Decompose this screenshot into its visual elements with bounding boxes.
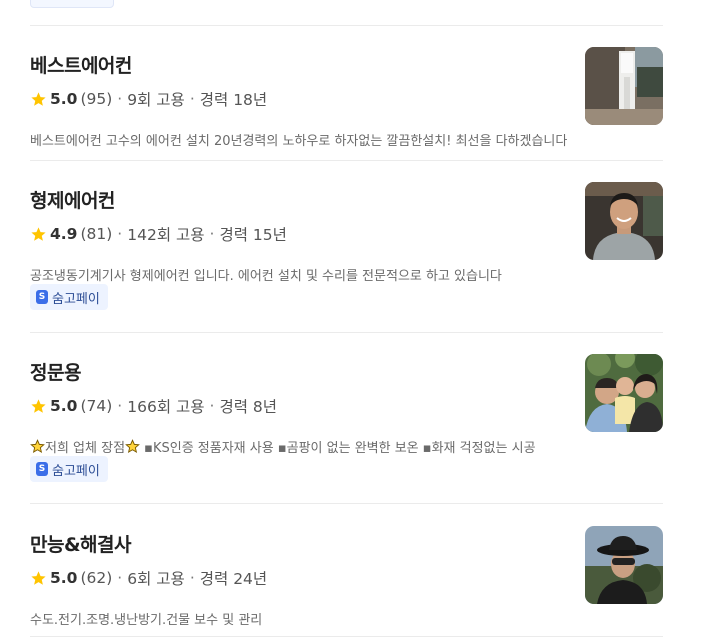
separator: · xyxy=(189,90,195,108)
star-icon xyxy=(31,398,46,413)
pro-name[interactable]: 만능&해결사 xyxy=(30,530,131,557)
divider xyxy=(30,503,663,504)
divider xyxy=(30,636,663,637)
career-years: 경력 24년 xyxy=(199,570,268,588)
pro-stats: 5.0 (62) · 6회 고용 · 경력 24년 xyxy=(30,567,267,589)
rating-value: 4.9 xyxy=(50,225,78,243)
career-years: 경력 18년 xyxy=(199,91,268,109)
hire-count: 166회 고용 xyxy=(127,398,205,416)
previous-pay-badge xyxy=(30,0,114,8)
separator: · xyxy=(189,569,195,587)
separator: · xyxy=(117,225,123,243)
review-count: (81) xyxy=(80,225,113,243)
separator: · xyxy=(209,225,215,243)
hire-count: 6회 고용 xyxy=(127,570,185,588)
pro-stats: 5.0 (95) · 9회 고용 · 경력 18년 xyxy=(30,88,267,110)
pro-profile-photo[interactable] xyxy=(585,354,663,432)
hire-count: 142회 고용 xyxy=(127,226,205,244)
pro-name[interactable]: 형제에어컨 xyxy=(30,186,115,213)
divider xyxy=(30,25,663,26)
pro-stats: 4.9 (81) · 142회 고용 · 경력 15년 xyxy=(30,223,287,245)
pro-description: 저희 업체 장점 ▪KS인증 정품자재 사용 ▪곰팡이 없는 완벽한 보온 ▪화… xyxy=(30,437,575,456)
star-icon xyxy=(31,226,46,241)
separator: · xyxy=(117,397,123,415)
soomgo-pay-badge: S 숨고페이 xyxy=(30,456,108,482)
pro-description: 수도.전기.조명.냉난방기.건물 보수 및 관리 xyxy=(30,613,263,628)
star-emoji-icon xyxy=(125,439,140,454)
divider xyxy=(30,160,663,161)
rating-value: 5.0 xyxy=(50,397,78,415)
pro-profile-photo[interactable] xyxy=(585,182,663,260)
hire-count: 9회 고용 xyxy=(127,91,185,109)
divider xyxy=(30,332,663,333)
rating-value: 5.0 xyxy=(50,90,78,108)
pro-stats: 5.0 (74) · 166회 고용 · 경력 8년 xyxy=(30,395,277,417)
pro-name[interactable]: 정문용 xyxy=(30,358,81,385)
review-count: (62) xyxy=(80,569,113,587)
pro-profile-photo[interactable] xyxy=(585,526,663,604)
pro-description: 공조냉동기계기사 형제에어컨 입니다. 에어컨 설치 및 수리를 전문적으로 하… xyxy=(30,269,502,284)
separator: · xyxy=(117,90,123,108)
pro-name[interactable]: 베스트에어컨 xyxy=(30,51,132,78)
pro-description: 베스트에어컨 고수의 에어컨 설치 20년경력의 노하우로 하자없는 깔끔한설치… xyxy=(30,134,568,149)
star-icon xyxy=(31,570,46,585)
soomgo-pay-badge: S 숨고페이 xyxy=(30,284,108,310)
description-rest: ▪KS인증 정품자재 사용 ▪곰팡이 없는 완벽한 보온 ▪화재 걱정없는 시공 xyxy=(140,441,536,456)
separator: · xyxy=(117,569,123,587)
review-count: (95) xyxy=(80,90,113,108)
description-highlight: 저희 업체 장점 xyxy=(45,441,126,456)
review-count: (74) xyxy=(80,397,113,415)
pay-badge-label: 숨고페이 xyxy=(52,463,100,479)
soomgo-pay-icon: S xyxy=(36,290,48,304)
separator: · xyxy=(209,397,215,415)
pro-profile-photo[interactable] xyxy=(585,47,663,125)
career-years: 경력 15년 xyxy=(219,226,287,244)
soomgo-pay-icon: S xyxy=(36,462,48,476)
star-icon xyxy=(31,91,46,106)
rating-value: 5.0 xyxy=(50,569,78,587)
star-emoji-icon xyxy=(30,439,45,454)
pay-badge-label: 숨고페이 xyxy=(52,291,100,307)
career-years: 경력 8년 xyxy=(219,398,278,416)
